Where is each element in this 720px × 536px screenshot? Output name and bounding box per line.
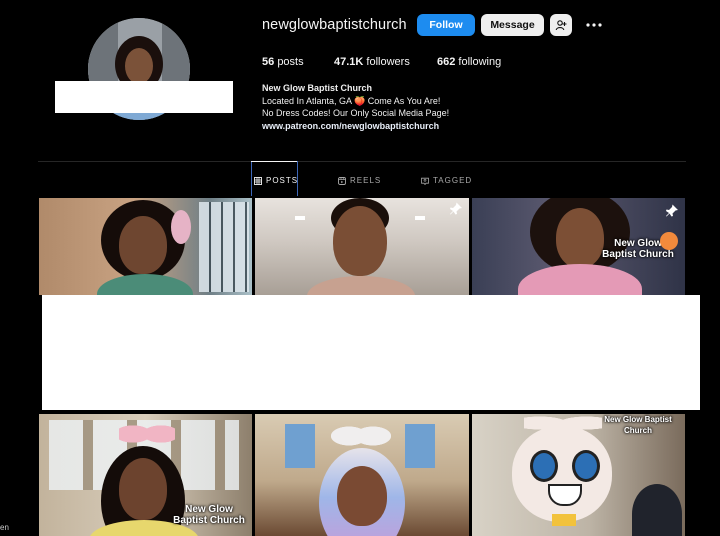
pinned-post-icon	[666, 204, 678, 217]
post-brand-text: New Glow Baptist Church	[604, 415, 672, 435]
tab-label: REELS	[350, 176, 382, 185]
tab-label: TAGGED	[433, 176, 473, 185]
redaction-box	[42, 295, 700, 410]
tab-tagged[interactable]: TAGGED	[421, 176, 472, 185]
post-face	[337, 466, 387, 526]
post-face	[333, 206, 387, 276]
post-face	[119, 216, 167, 274]
bio-line: No Dress Codes! Our Only Social Media Pa…	[262, 108, 450, 118]
post-tile[interactable]	[255, 414, 469, 536]
profile-username[interactable]: newglowbaptistchurch	[262, 17, 407, 33]
post-outfit	[97, 274, 193, 295]
post-face	[119, 458, 167, 520]
tagged-icon	[421, 177, 429, 185]
more-horizontal-icon	[586, 23, 602, 27]
stat-value: 662	[437, 56, 456, 68]
tab-label: POSTS	[266, 176, 299, 185]
stained-glass-window	[199, 202, 249, 292]
post-tile[interactable]	[255, 198, 469, 295]
stat-label: followers	[366, 56, 410, 68]
add-user-icon	[555, 20, 567, 31]
post-tile[interactable]	[39, 198, 252, 295]
bio-line: Located In Atlanta, GA 🍑 Come As You Are…	[262, 96, 441, 106]
stat-posts: 56 posts	[262, 56, 304, 68]
bunny-mascot-bowtie	[552, 514, 576, 526]
tabs-divider	[38, 161, 686, 162]
pinned-post-icon	[450, 202, 462, 215]
stat-label: posts	[277, 56, 304, 68]
bunny-mascot-ears	[524, 414, 602, 438]
stat-followers[interactable]: 47.1K followers	[334, 56, 410, 68]
post-outfit	[307, 276, 415, 295]
tab-reels[interactable]: REELS	[338, 176, 381, 185]
post-face	[556, 208, 604, 268]
active-tab-indicator	[251, 161, 297, 162]
bio-name: New Glow Baptist Church	[262, 83, 373, 93]
grid-icon	[254, 176, 262, 185]
redaction-box	[55, 81, 233, 113]
post-tile[interactable]: New Glow Baptist Church	[39, 414, 252, 536]
suggested-accounts-button[interactable]	[550, 14, 572, 36]
more-options-button[interactable]	[585, 15, 603, 35]
stat-value: 47.1K	[334, 56, 364, 68]
stat-label: following	[458, 56, 502, 68]
post-brand-text: New Glow Baptist Church	[173, 504, 245, 526]
post-outfit	[518, 264, 642, 295]
stat-value: 56	[262, 56, 275, 68]
stat-following[interactable]: 662 following	[437, 56, 501, 68]
follow-button[interactable]: Follow	[417, 14, 475, 36]
post-tile[interactable]: New Glow Baptist Church	[472, 414, 685, 536]
language-label: en	[0, 523, 9, 532]
reels-icon	[338, 176, 346, 185]
flower-accessory	[171, 210, 191, 244]
message-button[interactable]: Message	[481, 14, 544, 36]
bystander	[632, 484, 682, 536]
post-tile[interactable]: New Glow Baptist Church	[472, 198, 685, 295]
tab-posts[interactable]: POSTS	[254, 176, 298, 185]
bio-link[interactable]: www.patreon.com/newglowbaptistchurch	[262, 120, 439, 132]
peach-emoji-graphic	[660, 232, 678, 250]
bunny-mascot-eye	[572, 450, 600, 482]
bunny-mascot-eye	[530, 450, 558, 482]
